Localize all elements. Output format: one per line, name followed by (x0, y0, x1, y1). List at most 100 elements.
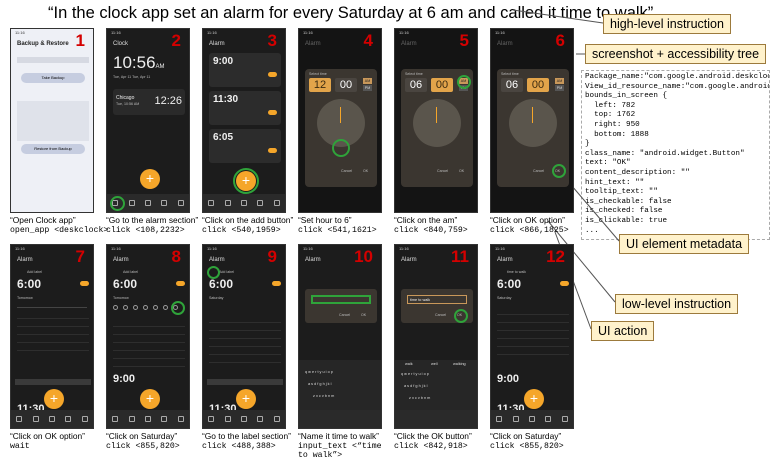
alarm-card[interactable]: 11:30 (209, 91, 281, 125)
step-action: click <540,1959> (202, 225, 281, 235)
add-label-row[interactable]: Add label (123, 270, 138, 274)
clock-icon[interactable] (128, 416, 135, 422)
timer-icon[interactable] (48, 416, 55, 422)
click-indicator (552, 164, 566, 178)
alarm-icon[interactable] (16, 416, 23, 422)
stopwatch-icon[interactable] (545, 416, 552, 422)
stopwatch-icon[interactable] (161, 416, 168, 422)
step-instruction: “Click on Saturday” (106, 431, 178, 441)
timer-icon[interactable] (240, 200, 247, 206)
am-option[interactable]: AM (363, 78, 372, 84)
alarm-label[interactable]: time to walk (507, 270, 526, 274)
alarm-icon[interactable] (496, 416, 503, 422)
bedtime-icon[interactable] (177, 416, 184, 422)
stopwatch-icon[interactable] (257, 200, 264, 206)
pm-option[interactable]: PM (555, 85, 564, 91)
ok-option[interactable]: OK (459, 169, 464, 173)
clock-icon[interactable] (224, 416, 231, 422)
label-input[interactable]: time to walk (407, 295, 467, 304)
alarm-toggle[interactable] (268, 72, 277, 77)
minute-box[interactable]: 00 (431, 78, 453, 92)
alarm-toggle[interactable] (176, 281, 185, 286)
timer-icon[interactable] (144, 200, 151, 206)
alarm-toggle[interactable] (268, 110, 277, 115)
alarm-card[interactable]: 6:05 (209, 129, 281, 163)
alarm-icon[interactable] (112, 416, 119, 422)
clock-icon[interactable] (512, 416, 519, 422)
bedtime-icon[interactable] (273, 200, 280, 206)
hour-box[interactable]: 06 (501, 78, 523, 92)
suggestion[interactable]: well (431, 362, 438, 366)
hour-box[interactable]: 06 (405, 78, 427, 92)
keyboard[interactable]: walk well walking q w e r t y u i o p a … (395, 360, 477, 410)
bedtime-icon[interactable] (177, 200, 184, 206)
phone-screen-12: 11:16 Alarm time to walk 6:00 Saturday +… (490, 244, 574, 429)
alarm-time[interactable]: 6:00 (113, 277, 137, 291)
alarm-toggle[interactable] (272, 281, 281, 286)
alarm-time[interactable]: 6:00 (497, 277, 521, 291)
keyboard-row[interactable]: a s d f g h j k l (308, 382, 331, 386)
restore-button[interactable]: Restore from Backup (21, 144, 85, 154)
screen-header: Alarm (305, 41, 321, 47)
add-button[interactable]: + (44, 389, 64, 409)
pm-option[interactable]: PM (363, 85, 372, 91)
cancel-option[interactable]: Cancel (437, 169, 448, 173)
bedtime-icon[interactable] (81, 416, 88, 422)
keyboard-row[interactable]: z x c v b n m (313, 394, 334, 398)
hour-box[interactable]: 12 (309, 78, 331, 92)
label-input[interactable] (311, 295, 371, 304)
clock-dial[interactable] (413, 99, 461, 147)
alarm-icon[interactable] (208, 416, 215, 422)
clock-icon[interactable] (32, 416, 39, 422)
alarm-card[interactable]: 9:00 (209, 53, 281, 87)
alarm-toggle[interactable] (560, 281, 569, 286)
cancel-option[interactable]: Cancel (341, 169, 352, 173)
keyboard-row[interactable]: a s d f g h j k l (404, 384, 427, 388)
cancel-option[interactable]: Cancel (533, 169, 544, 173)
bedtime-icon[interactable] (561, 416, 568, 422)
cancel-option[interactable]: Cancel (435, 313, 446, 317)
add-button[interactable]: + (524, 389, 544, 409)
minute-box[interactable]: 00 (527, 78, 549, 92)
cancel-option[interactable]: Cancel (339, 313, 350, 317)
keyboard-row[interactable]: q w e r t y u i o p (305, 370, 333, 374)
timer-icon[interactable] (240, 416, 247, 422)
alarm-toggle[interactable] (268, 148, 277, 153)
keyboard[interactable]: q w e r t y u i o p a s d f g h j k l z … (299, 360, 381, 410)
suggestion[interactable]: walking (453, 362, 466, 366)
clock-icon[interactable] (224, 200, 231, 206)
day-tue[interactable] (133, 305, 138, 310)
keyboard-row[interactable]: q w e r t y u i o p (401, 372, 429, 376)
day-wed[interactable] (143, 305, 148, 310)
timer-icon[interactable] (144, 416, 151, 422)
alarm-toggle[interactable] (80, 281, 89, 286)
day-sun[interactable] (113, 305, 118, 310)
step-number: 4 (363, 31, 373, 50)
alarm-icon[interactable] (208, 200, 215, 206)
take-backup-button[interactable]: Take Backup (21, 73, 85, 83)
alarm-time[interactable]: 6:00 (209, 277, 233, 291)
day-fri[interactable] (163, 305, 168, 310)
day-mon[interactable] (123, 305, 128, 310)
clock-icon[interactable] (128, 200, 135, 206)
alarm-time[interactable]: 6:00 (17, 277, 41, 291)
add-button[interactable]: + (140, 389, 160, 409)
suggestion[interactable]: walk (405, 362, 413, 366)
stopwatch-icon[interactable] (65, 416, 72, 422)
add-label-row[interactable]: Add label (219, 270, 234, 274)
day-thu[interactable] (153, 305, 158, 310)
add-button[interactable]: + (140, 169, 160, 189)
stopwatch-icon[interactable] (161, 200, 168, 206)
ok-option[interactable]: OK (361, 313, 366, 317)
keyboard-row[interactable]: z x c v b n m (409, 396, 430, 400)
clock-dial[interactable] (509, 99, 557, 147)
dial-hand (436, 107, 437, 123)
ok-option[interactable]: OK (363, 169, 368, 173)
am-option[interactable]: AM (555, 78, 564, 84)
bedtime-icon[interactable] (273, 416, 280, 422)
add-button[interactable]: + (236, 389, 256, 409)
stopwatch-icon[interactable] (257, 416, 264, 422)
add-label-row[interactable]: Add label (27, 270, 42, 274)
timer-icon[interactable] (528, 416, 535, 422)
minute-box[interactable]: 00 (335, 78, 357, 92)
